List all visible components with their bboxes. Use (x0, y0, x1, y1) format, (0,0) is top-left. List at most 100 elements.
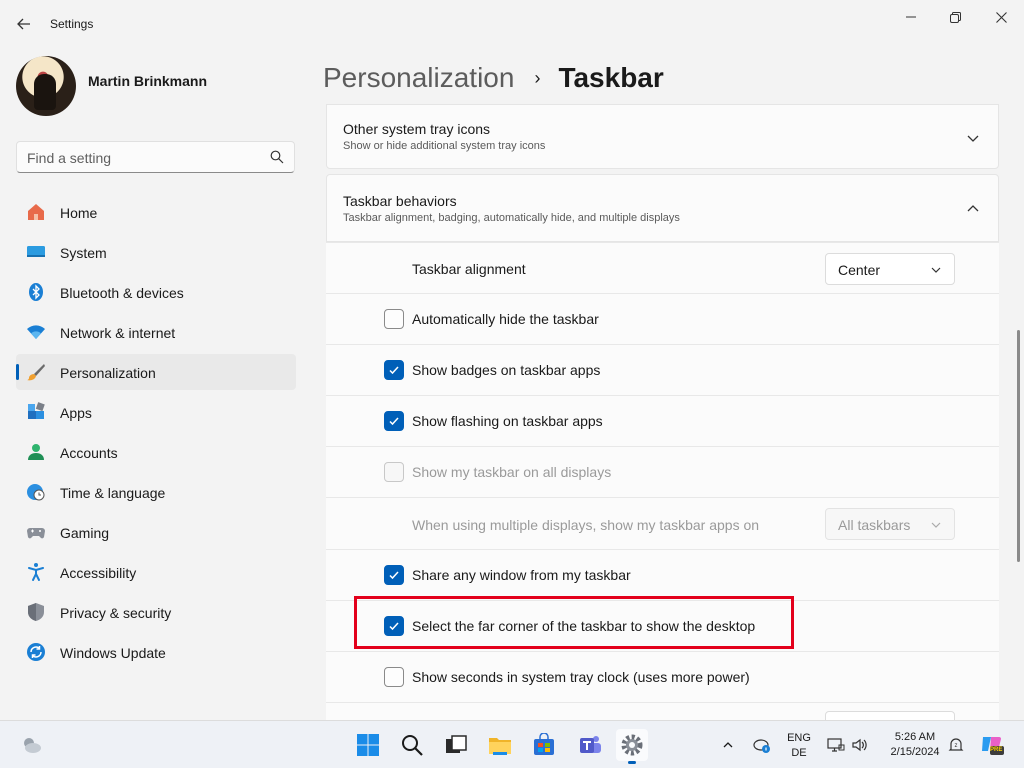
search-placeholder: Find a setting (27, 150, 112, 166)
sidebar-item-time-language[interactable]: Time & language (16, 474, 296, 510)
back-button[interactable] (12, 12, 36, 36)
sidebar-label: Apps (60, 405, 92, 421)
store-button[interactable] (528, 729, 560, 761)
settings-app-button[interactable] (616, 729, 648, 764)
sidebar-item-accounts[interactable]: Accounts (16, 434, 296, 470)
do-not-disturb-icon: z (948, 738, 964, 751)
clock-time: 5:26 AM (894, 731, 936, 743)
next-dropdown[interactable] (825, 711, 955, 720)
keyboard-layout: DE (791, 747, 807, 759)
clock-globe-icon (26, 482, 46, 502)
close-button[interactable] (978, 6, 1024, 28)
copilot-button[interactable]: PRE (976, 729, 1008, 761)
sidebar-item-network[interactable]: Network & internet (16, 314, 296, 350)
sidebar-item-windows-update[interactable]: Windows Update (16, 634, 296, 670)
store-icon (534, 733, 554, 755)
badges-checkbox[interactable] (384, 360, 404, 380)
setting-all-displays: Show my taskbar on all displays (326, 446, 999, 497)
notifications-button[interactable]: z (944, 729, 968, 761)
language-indicator[interactable]: ENG DE (782, 731, 816, 761)
weather-widget[interactable] (16, 729, 48, 761)
sidebar-item-apps[interactable]: Apps (16, 394, 296, 430)
sidebar-item-home[interactable]: Home (16, 194, 296, 230)
setting-label: Taskbar alignment (412, 261, 526, 277)
sidebar-label: System (60, 245, 107, 261)
task-view-icon (446, 735, 467, 753)
copilot-icon (982, 737, 1004, 755)
search-icon (402, 735, 423, 756)
windows-taskbar: ENG DE 5:26 AM 2/15/2024 z PRE (0, 720, 1024, 768)
alignment-dropdown[interactable]: Center (825, 253, 955, 285)
svg-text:z: z (955, 743, 958, 749)
minimize-icon (906, 16, 916, 18)
checkmark-icon (389, 571, 399, 580)
clock-date: 2/15/2024 (890, 746, 940, 758)
tray-app-button[interactable] (748, 729, 776, 761)
setting-badges: Show badges on taskbar apps (326, 344, 999, 395)
sidebar-item-gaming[interactable]: Gaming (16, 514, 296, 550)
teams-button[interactable] (574, 729, 606, 761)
person-icon (26, 442, 46, 462)
chevron-down-icon (931, 522, 941, 528)
scrollbar[interactable] (1017, 330, 1020, 562)
gamepad-icon (26, 522, 46, 542)
teams-icon (580, 736, 601, 753)
search-input[interactable]: Find a setting (16, 141, 295, 173)
language-code: ENG (787, 732, 811, 744)
sidebar-item-system[interactable]: System (16, 234, 296, 270)
window-title: Settings (50, 17, 94, 31)
checkbox-label: Show my taskbar on all displays (412, 464, 612, 480)
breadcrumb-parent[interactable]: Personalization (323, 62, 514, 94)
setting-share-window: Share any window from my taskbar (326, 549, 999, 600)
taskbar-search-button[interactable] (396, 729, 428, 761)
gear-icon (621, 734, 643, 756)
restore-icon (949, 11, 961, 23)
task-view-button[interactable] (440, 729, 472, 761)
chevron-down-icon[interactable] (966, 131, 980, 145)
tray-icons-card[interactable]: Other system tray icons Show or hide add… (326, 104, 999, 169)
sidebar-item-bluetooth[interactable]: Bluetooth & devices (16, 274, 296, 310)
search-icon (270, 150, 284, 164)
network-status[interactable] (824, 729, 848, 761)
dropdown-value: Center (838, 262, 881, 278)
taskbar-behaviors-card[interactable]: Taskbar behaviors Taskbar alignment, bad… (326, 174, 999, 242)
all-displays-checkbox (384, 462, 404, 482)
windows-logo-icon (357, 734, 379, 756)
card-title: Taskbar behaviors (343, 193, 457, 209)
clock[interactable]: 5:26 AM 2/15/2024 (880, 730, 950, 760)
checkmark-icon (389, 366, 399, 375)
sidebar-item-accessibility[interactable]: Accessibility (16, 554, 296, 590)
share-window-checkbox[interactable] (384, 565, 404, 585)
copilot-badge: PRE (990, 747, 1003, 753)
file-explorer-button[interactable] (484, 729, 516, 761)
start-button[interactable] (352, 729, 384, 761)
maximize-button[interactable] (932, 6, 978, 28)
sidebar-item-personalization[interactable]: Personalization (16, 354, 296, 390)
title-bar: Settings (0, 0, 1024, 48)
chevron-up-icon[interactable] (966, 202, 980, 216)
sidebar-label: Windows Update (60, 645, 166, 661)
close-icon (995, 11, 1007, 23)
card-subtitle: Show or hide additional system tray icon… (343, 140, 546, 152)
checkbox-label: Automatically hide the taskbar (412, 311, 599, 327)
setting-label: When using multiple displays, show my ta… (412, 517, 760, 533)
flashing-checkbox[interactable] (384, 411, 404, 431)
checkbox-label: Share any window from my taskbar (412, 567, 631, 583)
volume-status[interactable] (848, 729, 872, 761)
show-seconds-checkbox[interactable] (384, 667, 404, 687)
auto-hide-checkbox[interactable] (384, 309, 404, 329)
sidebar-label: Gaming (60, 525, 110, 541)
accessibility-icon (26, 562, 46, 582)
show-hidden-icons-button[interactable] (714, 729, 742, 761)
folder-icon (489, 738, 511, 755)
user-profile[interactable]: Martin Brinkmann (16, 56, 296, 120)
sidebar-label: Time & language (60, 485, 166, 501)
card-subtitle: Taskbar alignment, badging, automaticall… (343, 212, 680, 224)
minimize-button[interactable] (888, 6, 934, 28)
profile-name: Martin Brinkmann (88, 73, 208, 89)
system-icon (26, 242, 46, 262)
sidebar-item-privacy[interactable]: Privacy & security (16, 594, 296, 630)
checkmark-icon (389, 417, 399, 426)
home-icon (26, 202, 46, 222)
card-title: Other system tray icons (343, 121, 491, 137)
